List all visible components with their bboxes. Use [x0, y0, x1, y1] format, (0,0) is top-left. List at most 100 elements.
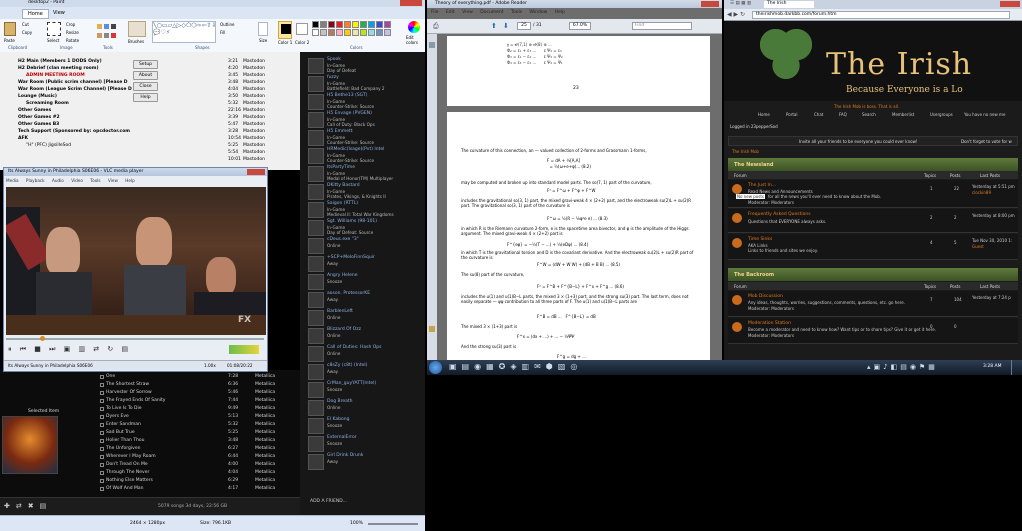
forum-title[interactable]: Frequently Asked Questions	[748, 212, 811, 217]
nav-icons[interactable]: ◀ ▶ ↻	[727, 11, 745, 18]
nav-faq[interactable]: FAQ	[839, 112, 847, 117]
paste-icon[interactable]	[4, 22, 16, 36]
last-post[interactable]: Tue Nov 30, 2010 1:	[972, 238, 1012, 243]
track-row[interactable]: Harvester Of Sorrow 5:46 Metallica	[100, 390, 300, 397]
outline-dropdown[interactable]: Outline	[220, 22, 234, 27]
breadcrumb[interactable]: The Irish Mob	[732, 149, 759, 154]
color-palette[interactable]	[312, 21, 406, 39]
channel-row[interactable]: Screaming Room 5:32 Mastodon	[0, 101, 300, 108]
menu-icon[interactable]: ☰ ▤ ▦ ▥	[730, 1, 751, 6]
category-title[interactable]: The Backroom	[734, 272, 774, 278]
nav-search[interactable]: Search	[862, 112, 876, 117]
track-row[interactable]: Holier Than Thou 3:48 Metallica	[100, 438, 300, 445]
vlc-speed[interactable]: 1.00x	[204, 363, 216, 368]
resize-button[interactable]: Resize	[66, 30, 79, 35]
forum-title[interactable]: Time Sinks	[748, 237, 772, 242]
close-icon[interactable]	[247, 169, 265, 175]
pdf-nav-pane[interactable]	[427, 34, 437, 362]
taskbar-pinned-apps[interactable]: ▣▤◉▦✪◈▥✉⬢▧◎	[449, 362, 659, 373]
help-button[interactable]: Help	[133, 93, 158, 102]
shapes-gallery[interactable]: ╲○▭▱△▷◇⬠⬡⇨⇦⇧⇩✦★✶💬♡⚡	[152, 21, 216, 43]
track-row[interactable]: Sad But True 5:25 Metallica	[100, 430, 300, 437]
cut-button[interactable]: Cut	[22, 22, 29, 27]
track-row[interactable]: 5:54 Mastodon	[0, 150, 300, 157]
tab-view[interactable]: View	[48, 9, 70, 19]
page-input[interactable]: 25	[517, 22, 531, 30]
channel-row[interactable]: AFK 10:54 Mastodon	[0, 136, 300, 143]
prev-page-icon[interactable]: ⬆	[491, 22, 497, 30]
track-row[interactable]: 10:01 Mastodon	[0, 157, 300, 164]
track-row[interactable]: Dyers Eve 5:13 Metallica	[100, 414, 300, 421]
track-row[interactable]: The Frayed Ends Of Sanity 7:44 Metallica	[100, 398, 300, 405]
track-row[interactable]: Through The Never 4:04 Metallica	[100, 470, 300, 477]
seek-bar[interactable]	[6, 336, 266, 341]
system-tray-icons[interactable]: ▴▣♪◧▤◉⚑▦	[867, 362, 977, 373]
select-icon[interactable]	[47, 22, 61, 36]
zoom-input[interactable]: 67.0%	[569, 22, 591, 30]
add-friend-link[interactable]: ADD A FRIEND...	[310, 499, 347, 504]
forum-title[interactable]: Moderation Station	[748, 321, 791, 326]
track-row[interactable]: One 7:28 Metallica	[100, 374, 300, 381]
track-row[interactable]: Of Wolf And Man 4:17 Metallica	[100, 486, 300, 493]
forum-row[interactable]: Mob Discussion Any ideas, thoughts, worr…	[728, 291, 1018, 317]
close-icon[interactable]	[1000, 1, 1020, 7]
color2-button[interactable]	[296, 23, 308, 35]
nav-chat[interactable]: Chat	[814, 112, 823, 117]
track-row[interactable]: Enter Sandman 5:32 Metallica	[100, 422, 300, 429]
nav-messages[interactable]: You have no new me	[964, 112, 1005, 117]
forum-row[interactable]: Time Sinks AKA Links Links to friends an…	[728, 234, 1018, 260]
channel-row[interactable]: Tech Support (Sponsored by: opcdoctor.co…	[0, 129, 300, 136]
close-button[interactable]: Close	[133, 82, 158, 91]
track-row[interactable]: The Shortest Straw 6:36 Metallica	[100, 382, 300, 389]
track-row[interactable]: To Live Is To Die 9:49 Metallica	[100, 406, 300, 413]
video-frame[interactable]: FX	[6, 187, 266, 335]
last-poster[interactable]: clockin89	[972, 190, 991, 195]
last-post[interactable]: Yesterday at 8:00 pm	[972, 213, 1015, 218]
brushes-icon[interactable]	[128, 21, 146, 37]
forum-title[interactable]: The Just In...	[748, 183, 776, 188]
volume-slider[interactable]	[229, 345, 259, 354]
category-title[interactable]: The Newsland	[734, 162, 774, 168]
print-icon[interactable]: ⎙	[433, 22, 439, 31]
channel-row[interactable]: Other Games B3 5:47 Mastodon	[0, 122, 300, 129]
last-post[interactable]: Yesterday at 7:24 p	[972, 295, 1011, 300]
channel-row[interactable]: Other Games #2 3:39 Mastodon	[0, 115, 300, 122]
tools-palette[interactable]	[96, 23, 120, 39]
zoom-slider[interactable]	[368, 523, 418, 525]
forum-title[interactable]: Mob Discussion	[748, 294, 783, 299]
channel-row[interactable]: Other Games 22:16 Mastodon	[0, 108, 300, 115]
vlc-menubar[interactable]: Media Playback Audio Video Tools View He…	[6, 178, 266, 186]
last-poster[interactable]: Guest	[972, 244, 984, 249]
address-bar[interactable]: theirishmob.darkbb.com/forum.htm	[752, 11, 1010, 19]
forum-row[interactable]: Moderation Station Become a moderator an…	[728, 318, 1018, 344]
close-icon[interactable]	[400, 0, 422, 6]
close-icon[interactable]	[701, 1, 719, 7]
pdf-menubar[interactable]: File Edit View Document Tools Window Hel…	[431, 10, 631, 18]
nav-usergroups[interactable]: Usergroups	[930, 112, 953, 117]
copy-button[interactable]: Copy	[22, 30, 32, 35]
forum-row[interactable]: The Just In... Read News and Announcemen…	[728, 180, 1018, 208]
nav-home[interactable]: Home	[758, 112, 770, 117]
start-button[interactable]	[429, 361, 442, 374]
browser-tab[interactable]: The Irish	[764, 1, 814, 8]
nav-portal[interactable]: Portal	[786, 112, 798, 117]
channel-row[interactable]: "H" (PFC) JigsilleSod 5:25 Mastodon	[0, 143, 300, 150]
playlist-controls-icon[interactable]: ✚⇄✖▤	[4, 502, 52, 510]
last-post[interactable]: Yesterday at 5:51 pm	[972, 184, 1015, 189]
track-row[interactable]: Nothing Else Matters 6:29 Metallica	[100, 478, 300, 485]
edit-colors-icon[interactable]	[408, 21, 420, 33]
vlc-controls[interactable]: ⏸ ⏮ ■ ⏭ ▣ ▥ ⇄ ↻ ▤	[8, 345, 158, 355]
show-desktop-button[interactable]	[1011, 360, 1022, 375]
find-input[interactable]: Find	[632, 22, 692, 30]
setup-button[interactable]: Setup	[133, 60, 158, 69]
tab-home[interactable]: Home	[22, 9, 49, 19]
about-button[interactable]: About	[133, 71, 158, 80]
nav-memberlist[interactable]: Memberlist	[892, 112, 914, 117]
clock[interactable]: 3:28 AM	[983, 364, 1002, 369]
color1-button[interactable]	[278, 21, 292, 39]
rotate-button[interactable]: Rotate	[66, 38, 79, 43]
friend-entry[interactable]: Girl Drink Drunk Away	[308, 452, 418, 478]
crop-button[interactable]: Crop	[66, 22, 75, 27]
forum-row[interactable]: Frequently Asked Questions Questions tha…	[728, 209, 1018, 233]
fill-dropdown[interactable]: Fill	[220, 30, 225, 35]
